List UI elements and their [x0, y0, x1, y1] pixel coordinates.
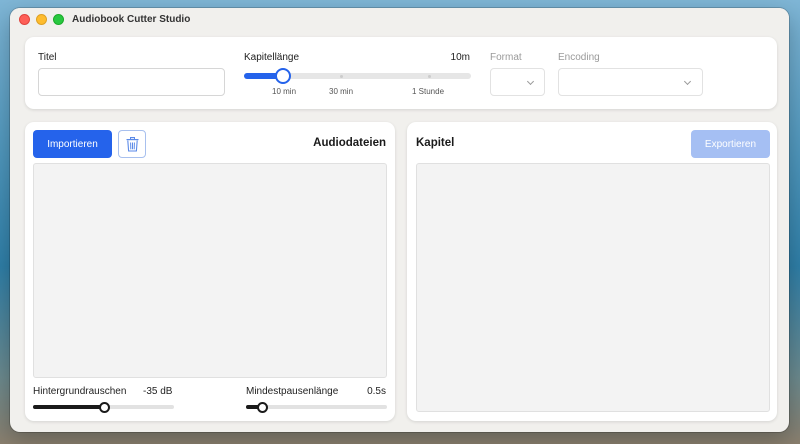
chapters-heading: Kapitel — [416, 137, 455, 149]
delete-button[interactable] — [118, 130, 146, 158]
pause-value: 0.5s — [367, 386, 386, 397]
encoding-label: Encoding — [558, 52, 600, 63]
tick-label-1stunde: 1 Stunde — [412, 87, 445, 96]
minimize-window-button[interactable] — [36, 14, 47, 25]
chevron-down-icon — [526, 77, 535, 86]
format-label: Format — [490, 52, 522, 63]
tick-label-10min: 10 min — [272, 87, 297, 96]
pause-slider[interactable] — [246, 401, 387, 413]
audio-files-card: Importieren Audiodateien Hintergrundraus… — [25, 122, 395, 421]
audio-files-heading: Audiodateien — [313, 137, 386, 149]
tick-dot — [428, 74, 431, 78]
pause-label: Mindestpausenlänge — [246, 386, 339, 397]
chevron-down-icon — [683, 77, 692, 86]
zoom-window-button[interactable] — [53, 14, 64, 25]
encoding-select[interactable] — [558, 68, 703, 96]
chapter-length-label: Kapitellänge — [244, 52, 300, 63]
chapter-length-thumb[interactable] — [275, 68, 291, 84]
settings-card: Titel Kapitellänge 10m 10 min 30 min 1 S… — [25, 37, 777, 109]
tick-dot — [340, 74, 343, 78]
format-select[interactable] — [490, 68, 545, 96]
chapter-length-slider[interactable] — [244, 68, 471, 84]
title-input[interactable] — [38, 68, 225, 96]
tick-label-30min: 30 min — [329, 87, 354, 96]
noise-label: Hintergrundrauschen — [33, 386, 127, 397]
noise-slider[interactable] — [33, 401, 174, 413]
title-label: Titel — [38, 52, 57, 63]
window-title: Audiobook Cutter Studio — [72, 14, 191, 25]
close-window-button[interactable] — [19, 14, 30, 25]
audio-files-list[interactable] — [33, 163, 387, 378]
chapter-length-value: 10m — [450, 52, 470, 63]
app-window: Audiobook Cutter Studio Titel Kapitellän… — [10, 8, 789, 432]
trash-icon — [126, 136, 138, 152]
noise-fill — [33, 405, 104, 409]
noise-thumb[interactable] — [98, 401, 110, 413]
chapters-list[interactable] — [416, 163, 770, 412]
import-button[interactable]: Importieren — [33, 130, 112, 158]
noise-value: -35 dB — [143, 386, 173, 397]
chapters-card: Kapitel Exportieren — [407, 122, 777, 421]
pause-thumb[interactable] — [256, 401, 268, 413]
title-bar: Audiobook Cutter Studio — [10, 8, 789, 32]
export-button[interactable]: Exportieren — [691, 130, 770, 158]
